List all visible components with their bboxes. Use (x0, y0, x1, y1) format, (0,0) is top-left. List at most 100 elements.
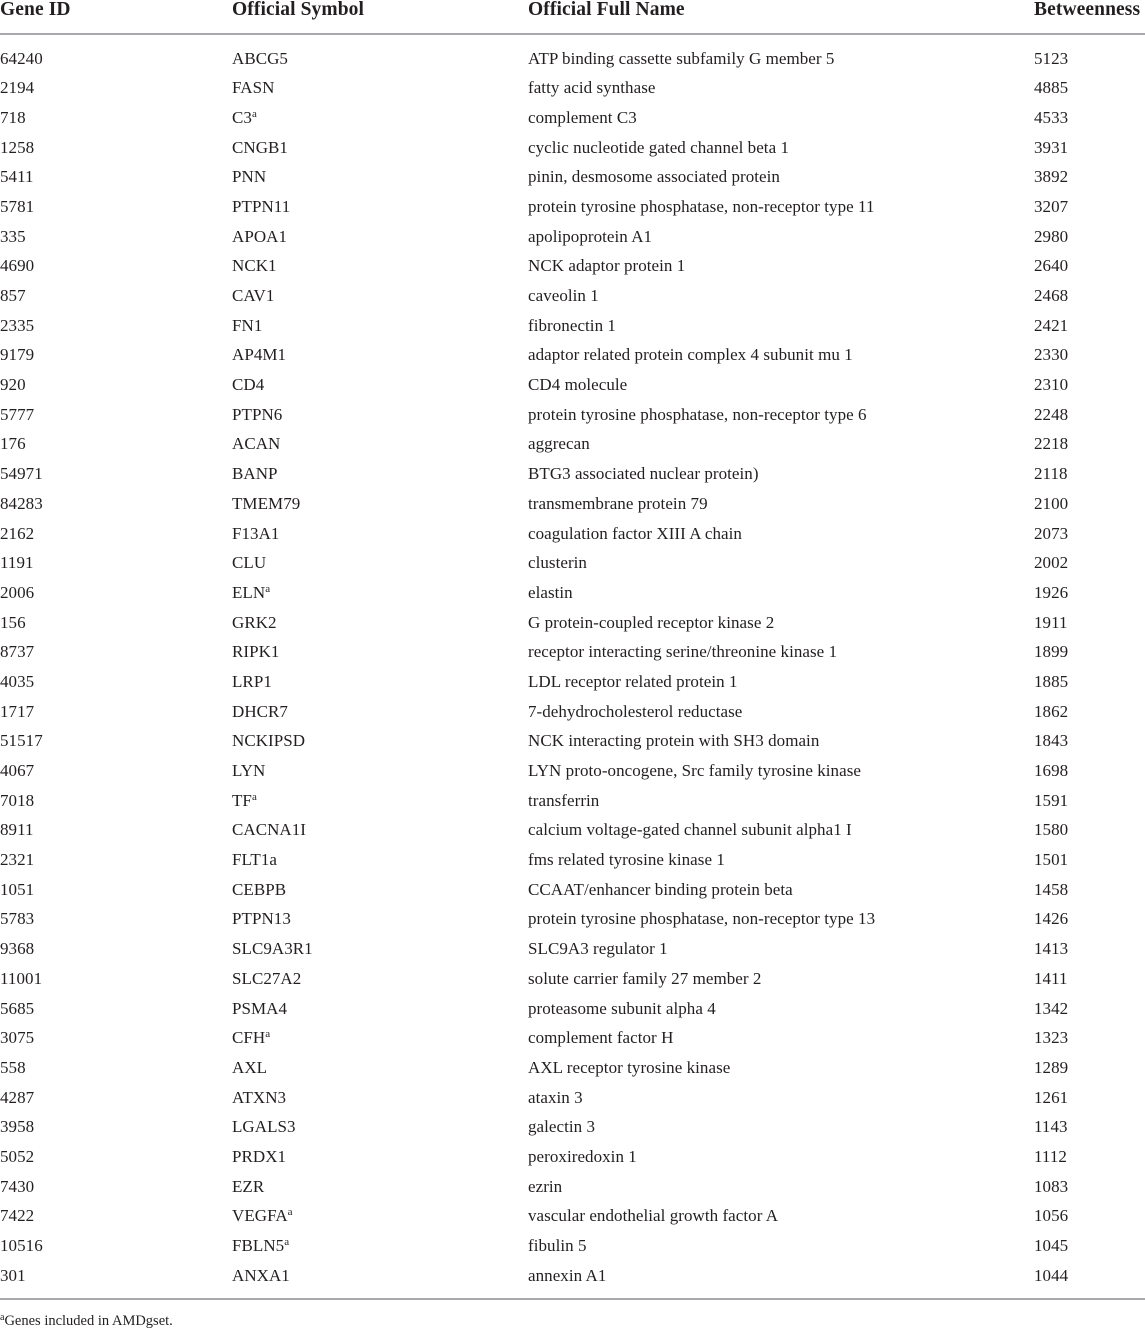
cell-gene-id: 51517 (0, 731, 43, 751)
cell-gene-id: 8737 (0, 642, 35, 662)
table-row: 84283 TMEM79 transmembrane protein 79 2100 (0, 495, 1145, 525)
official-symbol-text: BANP (232, 464, 278, 484)
cell-gene-id: 718 (0, 107, 26, 127)
cell-official-symbol: TMEM79 (232, 495, 528, 525)
official-symbol-text: CD4 (232, 375, 265, 395)
table-row: 5052 PRDX1 peroxiredoxin 1 1112 (0, 1148, 1145, 1178)
table-row: 5777 PTPN6 protein tyrosine phosphatase, n… (0, 406, 1145, 436)
official-symbol-text: GRK2 (232, 612, 277, 632)
cell-official-symbol: NCKIPSD (232, 732, 528, 762)
cell-official-symbol: C3a (232, 107, 528, 139)
official-symbol-text: NCKIPSD (232, 731, 306, 751)
cell-betweenness: 2218 (1034, 434, 1069, 454)
cell-betweenness: 1261 (1034, 1087, 1069, 1107)
cell-official-symbol: SLC27A2 (232, 970, 528, 1000)
table-row: 5781 PTPN11 protein tyrosine phosphatase, … (0, 198, 1145, 228)
symbol-footnote-marker: a (265, 582, 271, 595)
official-symbol-text: CLU (232, 553, 267, 573)
cell-official-symbol: AXL (232, 1059, 528, 1089)
cell-official-symbol: F13A1 (232, 525, 528, 555)
cell-official-symbol: GRK2 (232, 614, 528, 644)
cell-official-symbol: CNGB1 (232, 139, 528, 169)
cell-gene-id: 5411 (0, 167, 34, 187)
official-symbol-text: C3 (232, 107, 252, 127)
cell-betweenness: 1698 (1034, 761, 1069, 780)
cell-gene-id: 11001 (0, 968, 43, 988)
cell-official-symbol: ANXA1 (232, 1267, 528, 1297)
official-symbol-text: AXL (232, 1057, 268, 1077)
official-symbol-text: FBLN5 (232, 1236, 285, 1255)
table-row: 11001 SLC27A2 solute carrier family 27 mem… (0, 970, 1145, 1000)
cell-official-symbol: LRP1 (232, 673, 528, 703)
cell-betweenness: 2421 (1034, 315, 1069, 335)
cell-gene-id: 3075 (0, 1028, 35, 1048)
official-symbol-text: PTPN11 (232, 196, 291, 216)
cell-official-full-name: SLC9A3 regulator 1 (528, 939, 668, 959)
table-row: 1051 CEBPB CCAAT/enhancer binding protein … (0, 881, 1145, 911)
official-symbol-text: EZR (232, 1176, 265, 1196)
cell-official-full-name: fibulin 5 (528, 1236, 587, 1255)
table-row: 2006 ELNa elastin 1926 (0, 582, 1145, 614)
cell-official-full-name: fatty acid synthase (528, 78, 656, 98)
table-row: 920 CD4 CD4 molecule 2310 (0, 376, 1145, 406)
cell-official-full-name: NCK adaptor protein 1 (528, 256, 686, 276)
cell-betweenness: 1045 (1034, 1236, 1069, 1255)
table-row: 2162 F13A1 coagulation factor XIII A chain… (0, 525, 1145, 555)
cell-gene-id: 4690 (0, 256, 35, 276)
symbol-footnote-marker: a (284, 1235, 290, 1248)
cell-gene-id: 9179 (0, 345, 35, 365)
cell-betweenness: 2002 (1034, 553, 1069, 573)
cell-official-full-name: LDL receptor related protein 1 (528, 671, 738, 691)
official-symbol-text: ABCG5 (232, 48, 288, 68)
table-row: 5783 PTPN13 protein tyrosine phosphatase, … (0, 910, 1145, 940)
cell-gene-id: 7430 (0, 1176, 35, 1196)
cell-gene-id: 5781 (0, 196, 35, 216)
table-row: 4035 LRP1 LDL receptor related protein 1 18… (0, 673, 1145, 703)
cell-betweenness: 1911 (1034, 612, 1068, 632)
cell-official-full-name: elastin (528, 582, 573, 602)
cell-gene-id: 10516 (0, 1236, 43, 1255)
cell-gene-id: 7422 (0, 1206, 35, 1226)
cell-official-full-name: BTG3 associated nuclear protein) (528, 464, 759, 484)
cell-official-symbol: BANP (232, 465, 528, 495)
cell-betweenness: 1289 (1034, 1057, 1069, 1077)
cell-betweenness: 1083 (1034, 1176, 1069, 1196)
cell-gene-id: 2162 (0, 523, 35, 543)
official-symbol-text: VEGFA (232, 1206, 288, 1226)
cell-gene-id: 5783 (0, 909, 35, 929)
cell-gene-id: 2321 (0, 850, 35, 870)
cell-official-full-name: AXL receptor tyrosine kinase (528, 1057, 731, 1077)
table-row: 8737 RIPK1 receptor interacting serine/thr… (0, 643, 1145, 673)
table-row: 5411 PNN pinin, desmosome associated prote… (0, 168, 1145, 198)
official-symbol-text: NCK1 (232, 256, 277, 276)
cell-official-symbol: RIPK1 (232, 643, 528, 673)
table-row: 3075 CFHa complement factor H 1323 (0, 1029, 1145, 1059)
cell-official-symbol: CLU (232, 554, 528, 584)
official-symbol-text: TF (232, 790, 252, 810)
cell-official-symbol: FBLN5a (232, 1235, 528, 1267)
table-row: 64240 ABCG5 ATP binding cassette subfamily… (0, 50, 1145, 80)
cell-official-full-name: transferrin (528, 790, 600, 810)
official-symbol-text: RIPK1 (232, 642, 280, 662)
cell-official-symbol: FLT1a (232, 851, 528, 881)
cell-betweenness: 1411 (1034, 968, 1068, 988)
cell-betweenness: 4533 (1034, 107, 1069, 127)
gene-betweenness-table: Gene ID Official Symbol Official Full Na… (0, 0, 1145, 1296)
cell-betweenness: 1044 (1034, 1265, 1069, 1285)
cell-betweenness: 1885 (1034, 671, 1069, 691)
cell-official-symbol: ATXN3 (232, 1089, 528, 1119)
cell-official-symbol: CFHa (232, 1029, 528, 1059)
table-row: 51517 NCKIPSD NCK interacting protein with… (0, 732, 1145, 762)
cell-betweenness: 1899 (1034, 642, 1069, 662)
cell-gene-id: 9368 (0, 939, 35, 959)
cell-official-full-name: G protein-coupled receptor kinase 2 (528, 612, 775, 632)
table-row: 156 GRK2 G protein-coupled receptor kinase… (0, 614, 1145, 644)
cell-betweenness: 4885 (1034, 78, 1069, 98)
table-row: 9179 AP4M1 adaptor related protein complex… (0, 346, 1145, 376)
cell-official-symbol: NCK1 (232, 257, 528, 287)
column-header-betweenness: Betweenness (1034, 0, 1145, 35)
official-symbol-text: ANXA1 (232, 1265, 290, 1285)
table-row: 718 C3a complement C3 4533 (0, 107, 1145, 139)
cell-official-full-name: annexin A1 (528, 1265, 607, 1285)
symbol-footnote-marker: a (251, 107, 257, 120)
